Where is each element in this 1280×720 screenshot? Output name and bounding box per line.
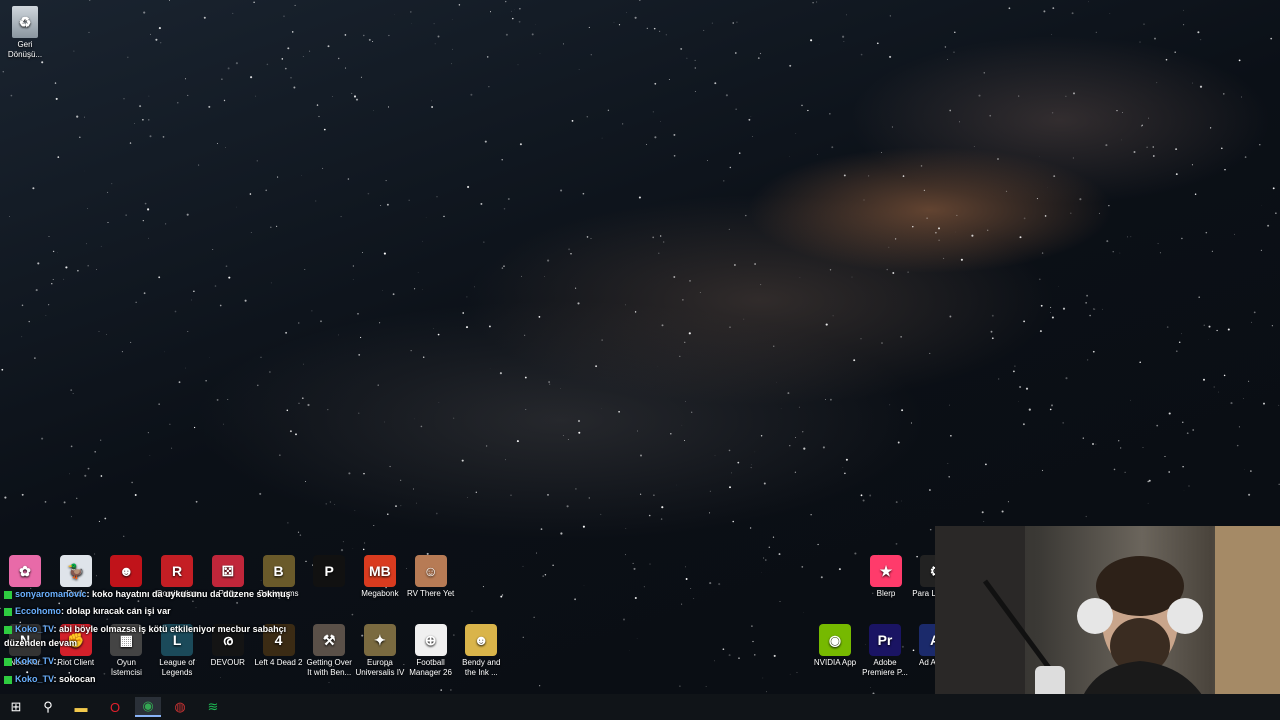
chat-badge-icon <box>4 675 12 684</box>
taskbar: ⊞ ⚲ ▬ O ◉ ◍ ≋ <box>0 694 1280 720</box>
chat-badge-icon <box>4 590 12 599</box>
desktop-shortcut[interactable]: ⊕ Football Manager 26 <box>406 624 456 678</box>
app-icon: ◉ <box>819 624 851 656</box>
shortcut-label: Football Manager 26 <box>409 658 452 677</box>
shortcut-label: Getting Over It with Ben... <box>306 658 352 677</box>
desktop-shortcut[interactable]: ☻ <box>101 555 151 589</box>
webcam-overlay <box>935 526 1280 720</box>
shortcut-label: RV There Yet <box>406 589 455 598</box>
app-icon: ☻ <box>110 555 143 587</box>
shortcut-label: Oyun İstemcisi <box>110 658 142 677</box>
app-icon: Pr <box>869 624 901 656</box>
app-icon: ⚄ <box>211 555 244 587</box>
recycle-bin-shortcut[interactable]: ♻ Geri Dönüşü... <box>0 6 50 60</box>
shortcut-label: Adobe Premiere P... <box>862 658 908 677</box>
chat-text: : dolap kıracak can işi var <box>61 606 171 616</box>
spotify-icon[interactable]: ≋ <box>200 697 226 717</box>
shortcut-label: Bendy and the Ink ... <box>462 658 501 677</box>
chat-message: Koko_TV: sokocan <box>4 674 96 684</box>
recycle-bin-icon: ♻ <box>12 6 38 38</box>
desktop-shortcut[interactable]: ◉ NVIDIA App <box>810 624 860 668</box>
chrome-icon[interactable]: ◉ <box>135 697 161 717</box>
app-icon: ✿ <box>9 555 41 587</box>
shortcut-label: DEVOUR <box>210 658 245 667</box>
app-icon: ⊕ <box>414 624 447 656</box>
chat-badge-icon <box>4 625 12 634</box>
chat-text: : abi böyle olmazsa iş kötü etkileniyor … <box>53 624 287 634</box>
chat-text: düzenden devam <box>4 638 78 648</box>
desktop-shortcut[interactable]: ☺ RV There Yet <box>406 555 456 599</box>
desktop-shortcut[interactable]: ⚒ Getting Over It with Ben... <box>304 624 354 678</box>
chat-text: : sokocan <box>53 674 96 684</box>
shortcut-label: Europa Universalis IV <box>355 658 405 677</box>
desktop-shortcut[interactable]: ✿ <box>0 555 50 589</box>
chat-message: sonyaromanovic: koko hayatını da uykusun… <box>4 589 291 599</box>
start-button[interactable]: ⊞ <box>3 697 29 717</box>
shortcut-label: Riot Client <box>57 658 95 667</box>
opera-icon[interactable]: O <box>102 697 128 717</box>
chat-username: Koko_TV <box>15 674 54 684</box>
shortcut-label: Megabonk <box>361 589 399 598</box>
file-explorer-icon[interactable]: ▬ <box>68 697 94 717</box>
desktop-shortcut[interactable]: P <box>304 555 354 589</box>
chat-message: düzenden devam <box>4 638 77 648</box>
chat-username: Koko_TV <box>15 624 54 634</box>
desktop-shortcut[interactable]: Pr Adobe Premiere P... <box>860 624 910 678</box>
shortcut-label: Blerp <box>876 589 896 598</box>
search-icon[interactable]: ⚲ <box>35 697 61 717</box>
shortcut-label: Left 4 Dead 2 <box>254 658 303 667</box>
app-icon: B <box>262 555 295 587</box>
app-icon[interactable]: ◍ <box>167 697 193 717</box>
desktop-shortcut[interactable]: ✦ Europa Universalis IV <box>355 624 405 678</box>
app-icon: ☺ <box>414 555 447 587</box>
chat-message: Eccohomo: dolap kıracak can işi var <box>4 606 171 616</box>
app-icon: 🦆 <box>59 555 92 587</box>
desktop-shortcut[interactable]: ☻ Bendy and the Ink ... <box>456 624 506 678</box>
app-icon: ★ <box>870 555 902 587</box>
desktop-shortcut[interactable]: ★ Blerp <box>861 555 911 599</box>
chat-message: Koko_TV: abi böyle olmazsa iş kötü etkil… <box>4 624 286 634</box>
chat-message: Koko_TV: <box>4 656 57 666</box>
shortcut-label: League of Legends <box>159 658 195 677</box>
app-icon: ⚒ <box>313 624 346 656</box>
app-icon: ✦ <box>363 624 396 656</box>
chat-badge-icon <box>4 657 12 666</box>
desktop-shortcut[interactable]: MB Megabonk <box>355 555 405 599</box>
app-icon: P <box>313 555 346 587</box>
chat-text: : <box>53 656 57 666</box>
chat-username: Koko_TV <box>15 656 54 666</box>
chat-badge-icon <box>4 607 12 616</box>
recycle-bin-label: Geri Dönüşü... <box>7 40 43 59</box>
app-icon: ☻ <box>465 624 498 656</box>
app-icon: MB <box>363 555 396 587</box>
chat-text: : koko hayatını da uykusunu da düzene so… <box>86 589 291 599</box>
chat-username: sonyaromanovic <box>15 589 87 599</box>
chat-username: Eccohomo <box>15 606 62 616</box>
shortcut-label: NVIDIA App <box>813 658 857 667</box>
app-icon: R <box>161 555 194 587</box>
